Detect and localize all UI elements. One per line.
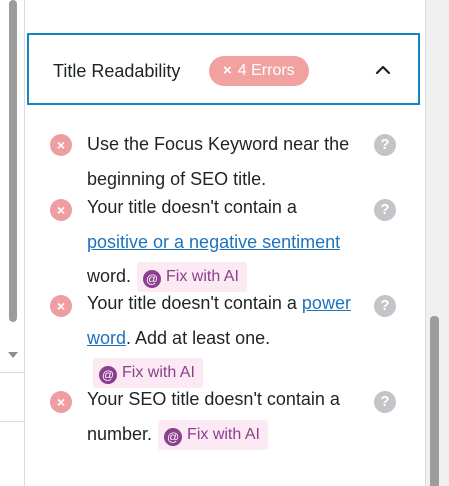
- fix-with-ai-label: Fix with AI: [122, 364, 195, 382]
- errors-badge: × 4 Errors: [209, 56, 309, 86]
- check-message: Your title doesn't contain a: [87, 293, 302, 313]
- error-icon: ×: [50, 391, 72, 413]
- left-scrollbar-thumb[interactable]: [9, 0, 17, 322]
- check-text: Your title doesn't contain a positive or…: [87, 190, 357, 294]
- errors-badge-label: 4 Errors: [237, 62, 295, 79]
- help-icon[interactable]: ?: [374, 391, 396, 413]
- check-message-end: . Add at least one.: [126, 327, 271, 348]
- dropdown-arrow-icon[interactable]: [8, 352, 18, 358]
- check-text: Your SEO title doesn't contain a number.…: [87, 382, 357, 451]
- chevron-up-icon[interactable]: [375, 62, 391, 78]
- error-icon: ×: [50, 295, 72, 317]
- right-scrollbar-thumb[interactable]: [430, 316, 439, 486]
- title-readability-header[interactable]: Title Readability × 4 Errors: [27, 33, 420, 105]
- left-divider: [0, 421, 24, 422]
- section-title: Title Readability: [53, 61, 181, 81]
- help-icon[interactable]: ?: [374, 295, 396, 317]
- fix-with-ai-label: Fix with AI: [187, 425, 260, 443]
- help-icon[interactable]: ?: [374, 199, 396, 221]
- fix-with-ai-label: Fix with AI: [166, 268, 239, 286]
- error-icon: ×: [50, 199, 72, 221]
- check-message-end: word.: [87, 266, 132, 286]
- close-icon: ×: [223, 62, 232, 79]
- help-icon[interactable]: ?: [374, 134, 396, 156]
- fix-with-ai-button[interactable]: @ Fix with AI: [158, 419, 268, 450]
- sentiment-link[interactable]: positive or a negative sentiment: [87, 232, 340, 252]
- check-text: Use the Focus Keyword near the beginning…: [87, 127, 357, 196]
- check-text: Your title doesn't contain a power word.…: [87, 286, 357, 390]
- check-message: Use the Focus Keyword near the beginning…: [87, 134, 350, 189]
- left-divider: [0, 372, 24, 373]
- error-icon: ×: [50, 134, 72, 156]
- check-message: Your title doesn't contain a: [87, 197, 297, 217]
- ai-icon: @: [164, 427, 183, 446]
